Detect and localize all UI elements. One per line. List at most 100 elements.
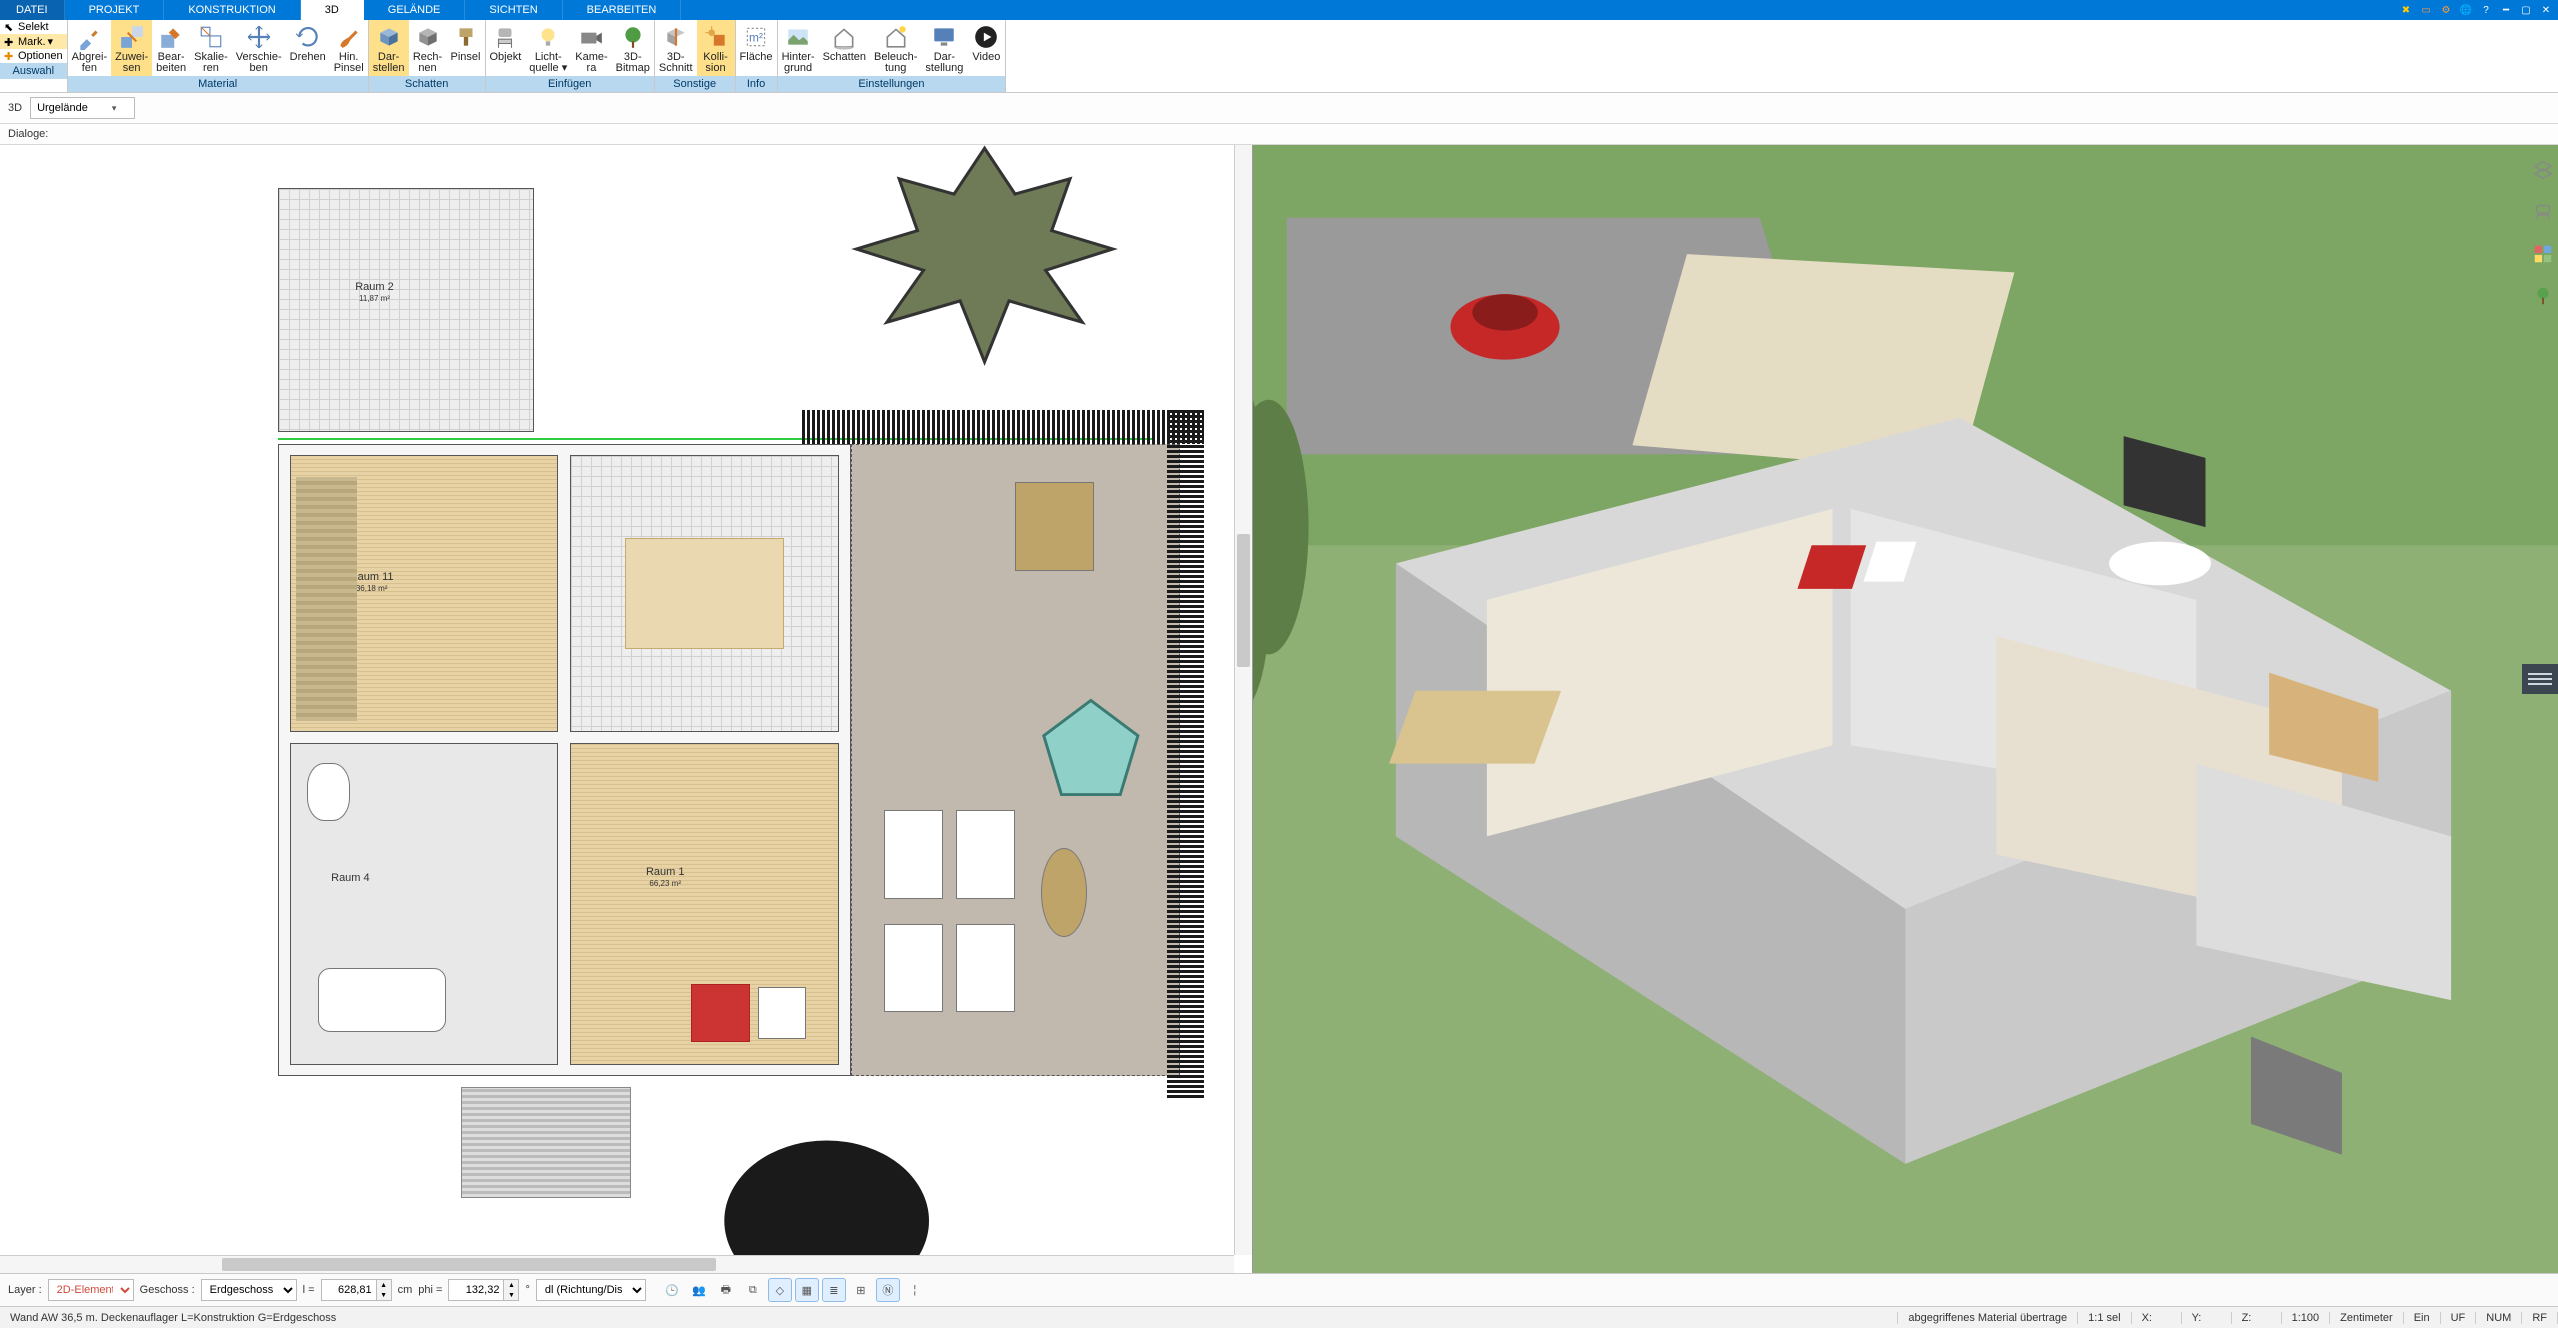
ribbon-group-einfuegen: Objekt Licht-quelle ▾ Kame-ra 3D-Bitmap … bbox=[486, 20, 655, 92]
furniture-icon[interactable] bbox=[2530, 199, 2556, 225]
pane-3d[interactable] bbox=[1253, 145, 2558, 1273]
group-label-info: Info bbox=[736, 76, 777, 92]
copy-icon[interactable]: ⧉ bbox=[741, 1278, 765, 1302]
status-message: Wand AW 36,5 m. Deckenauflager L=Konstru… bbox=[0, 1312, 1898, 1324]
status-z: Z: bbox=[2232, 1312, 2282, 1324]
tool-darstellen[interactable]: Dar-stellen bbox=[369, 20, 409, 76]
status-material: abgegriffenes Material übertrage bbox=[1898, 1312, 2078, 1324]
geschoss-select[interactable]: Erdgeschoss bbox=[201, 1279, 297, 1301]
auswahl-selekt[interactable]: ⬉Selekt bbox=[0, 20, 67, 34]
menu-bearbeiten[interactable]: BEARBEITEN bbox=[563, 0, 682, 20]
tool-zuweisen[interactable]: Zuwei-sen bbox=[111, 20, 152, 76]
brush-icon bbox=[336, 24, 362, 50]
auswahl-mark[interactable]: ✚Mark.▾ bbox=[0, 34, 67, 49]
workspace: Raum 211,87 m² Raum 1136,18 m² Raum 345,… bbox=[0, 145, 2558, 1273]
tool-objekt[interactable]: Objekt bbox=[486, 20, 526, 76]
scrollbar-vertical[interactable] bbox=[1234, 145, 1252, 1255]
grid-icon[interactable]: ⊞ bbox=[849, 1278, 873, 1302]
terrace bbox=[851, 444, 1180, 1077]
tool-verschieben[interactable]: Verschie-ben bbox=[232, 20, 286, 76]
tool-beleuchtung[interactable]: Beleuch-tung bbox=[870, 20, 921, 76]
snap-icon[interactable]: ◇ bbox=[768, 1278, 792, 1302]
tool-abgreifen[interactable]: Abgrei-fen bbox=[68, 20, 111, 76]
help-icon[interactable]: ? bbox=[2478, 2, 2494, 18]
tool-icon[interactable]: ✖ bbox=[2398, 2, 2414, 18]
tool-video[interactable]: Video bbox=[967, 20, 1005, 76]
area-icon: m² bbox=[743, 24, 769, 50]
marker-icon: ✚ bbox=[4, 36, 16, 48]
scale-icon bbox=[198, 24, 224, 50]
ribbon-group-material: Abgrei-fen Zuwei-sen Bear-beiten Skalie-… bbox=[68, 20, 369, 92]
mode-bar: 3D Urgelände▾ bbox=[0, 93, 2558, 124]
tool-hintergrund[interactable]: Hinter-grund bbox=[778, 20, 819, 76]
dining-table bbox=[625, 538, 785, 648]
ortho-icon[interactable]: ▦ bbox=[795, 1278, 819, 1302]
menu-konstruktion[interactable]: KONSTRUKTION bbox=[164, 0, 300, 20]
ribbon-group-schatten: Dar-stellen Rech-nen Pinsel Schatten bbox=[369, 20, 486, 92]
tool-3dbitmap[interactable]: 3D-Bitmap bbox=[612, 20, 654, 76]
l-spin-down[interactable]: ▼ bbox=[377, 1290, 391, 1300]
menu-datei[interactable]: DATEI bbox=[0, 0, 65, 20]
l-input[interactable] bbox=[321, 1279, 377, 1301]
tool-pinsel[interactable]: Pinsel bbox=[447, 20, 485, 76]
phi-unit: ° bbox=[525, 1284, 529, 1296]
menu-3d[interactable]: 3D bbox=[301, 0, 364, 20]
tool-kamera[interactable]: Kame-ra bbox=[571, 20, 611, 76]
bush-icon bbox=[717, 1110, 936, 1273]
status-x: X: bbox=[2132, 1312, 2182, 1324]
layer-select[interactable]: 2D-Element bbox=[48, 1279, 134, 1301]
scrollbar-horizontal[interactable] bbox=[0, 1255, 1234, 1273]
auswahl-optionen[interactable]: ✚Optionen bbox=[0, 49, 67, 63]
status-num: NUM bbox=[2476, 1312, 2522, 1324]
tool-schatten[interactable]: Schatten bbox=[819, 20, 870, 76]
layer-icon[interactable]: ≣ bbox=[822, 1278, 846, 1302]
status-rf: RF bbox=[2522, 1312, 2558, 1324]
tool-lichtquelle[interactable]: Licht-quelle ▾ bbox=[525, 20, 571, 76]
scroll-thumb-h[interactable] bbox=[222, 1258, 716, 1271]
tool-darstellung[interactable]: Dar-stellung bbox=[921, 20, 967, 76]
close-icon[interactable]: ✕ bbox=[2538, 2, 2554, 18]
terrain-select[interactable]: Urgelände▾ bbox=[30, 97, 135, 119]
tool-3dschnitt[interactable]: 3D-Schnitt bbox=[655, 20, 697, 76]
people-icon[interactable]: 👥 bbox=[687, 1278, 711, 1302]
scroll-thumb-v[interactable] bbox=[1237, 534, 1250, 667]
round-table bbox=[1041, 848, 1087, 936]
tool-bearbeiten[interactable]: Bear-beiten bbox=[152, 20, 190, 76]
tool-kollision[interactable]: Kolli-sion bbox=[697, 20, 735, 76]
tool-drehen[interactable]: Drehen bbox=[286, 20, 330, 76]
sofa-red bbox=[691, 984, 750, 1042]
gear-icon[interactable]: ⚙ bbox=[2438, 2, 2454, 18]
north-icon[interactable]: Ⓝ bbox=[876, 1278, 900, 1302]
layers-icon[interactable] bbox=[2530, 157, 2556, 183]
l-spin-up[interactable]: ▲ bbox=[377, 1280, 391, 1290]
side-panel-toggle[interactable] bbox=[2522, 664, 2558, 694]
print-icon[interactable]: 🖶 bbox=[714, 1278, 738, 1302]
screen-icon[interactable]: ▭ bbox=[2418, 2, 2434, 18]
plant-icon[interactable] bbox=[2530, 283, 2556, 309]
tool-flaeche[interactable]: m²Fläche bbox=[736, 20, 777, 76]
menu-projekt[interactable]: PROJEKT bbox=[65, 0, 165, 20]
tool-rechnen[interactable]: Rech-nen bbox=[409, 20, 447, 76]
clock-icon[interactable]: 🕒 bbox=[660, 1278, 684, 1302]
phi-input[interactable] bbox=[448, 1279, 504, 1301]
status-bar: Wand AW 36,5 m. Deckenauflager L=Konstru… bbox=[0, 1306, 2558, 1328]
view-3d[interactable] bbox=[1253, 145, 2558, 1273]
pane-2d[interactable]: Raum 211,87 m² Raum 1136,18 m² Raum 345,… bbox=[0, 145, 1253, 1273]
room-1: Raum 166,23 m² bbox=[570, 743, 838, 1065]
mode-label: 3D bbox=[8, 102, 22, 114]
dialoge-bar: Dialoge: bbox=[0, 124, 2558, 145]
maximize-icon[interactable]: ▢ bbox=[2518, 2, 2534, 18]
tool-hinpinsel[interactable]: Hin.Pinsel bbox=[330, 20, 368, 76]
tool-skalieren[interactable]: Skalie-ren bbox=[190, 20, 232, 76]
palette-icon[interactable] bbox=[2530, 241, 2556, 267]
dl-select[interactable]: dl (Richtung/Dis bbox=[536, 1279, 646, 1301]
menu-gelaende[interactable]: GELÄNDE bbox=[364, 0, 466, 20]
phi-spin-up[interactable]: ▲ bbox=[504, 1280, 518, 1290]
menu-sichten[interactable]: SICHTEN bbox=[465, 0, 562, 20]
tree-icon bbox=[620, 24, 646, 50]
info-small-icon[interactable]: ¦ bbox=[903, 1278, 927, 1302]
globe-icon[interactable]: 🌐 bbox=[2458, 2, 2474, 18]
minimize-icon[interactable]: ━ bbox=[2498, 2, 2514, 18]
side-toolbar bbox=[2530, 157, 2556, 309]
phi-spin-down[interactable]: ▼ bbox=[504, 1290, 518, 1300]
